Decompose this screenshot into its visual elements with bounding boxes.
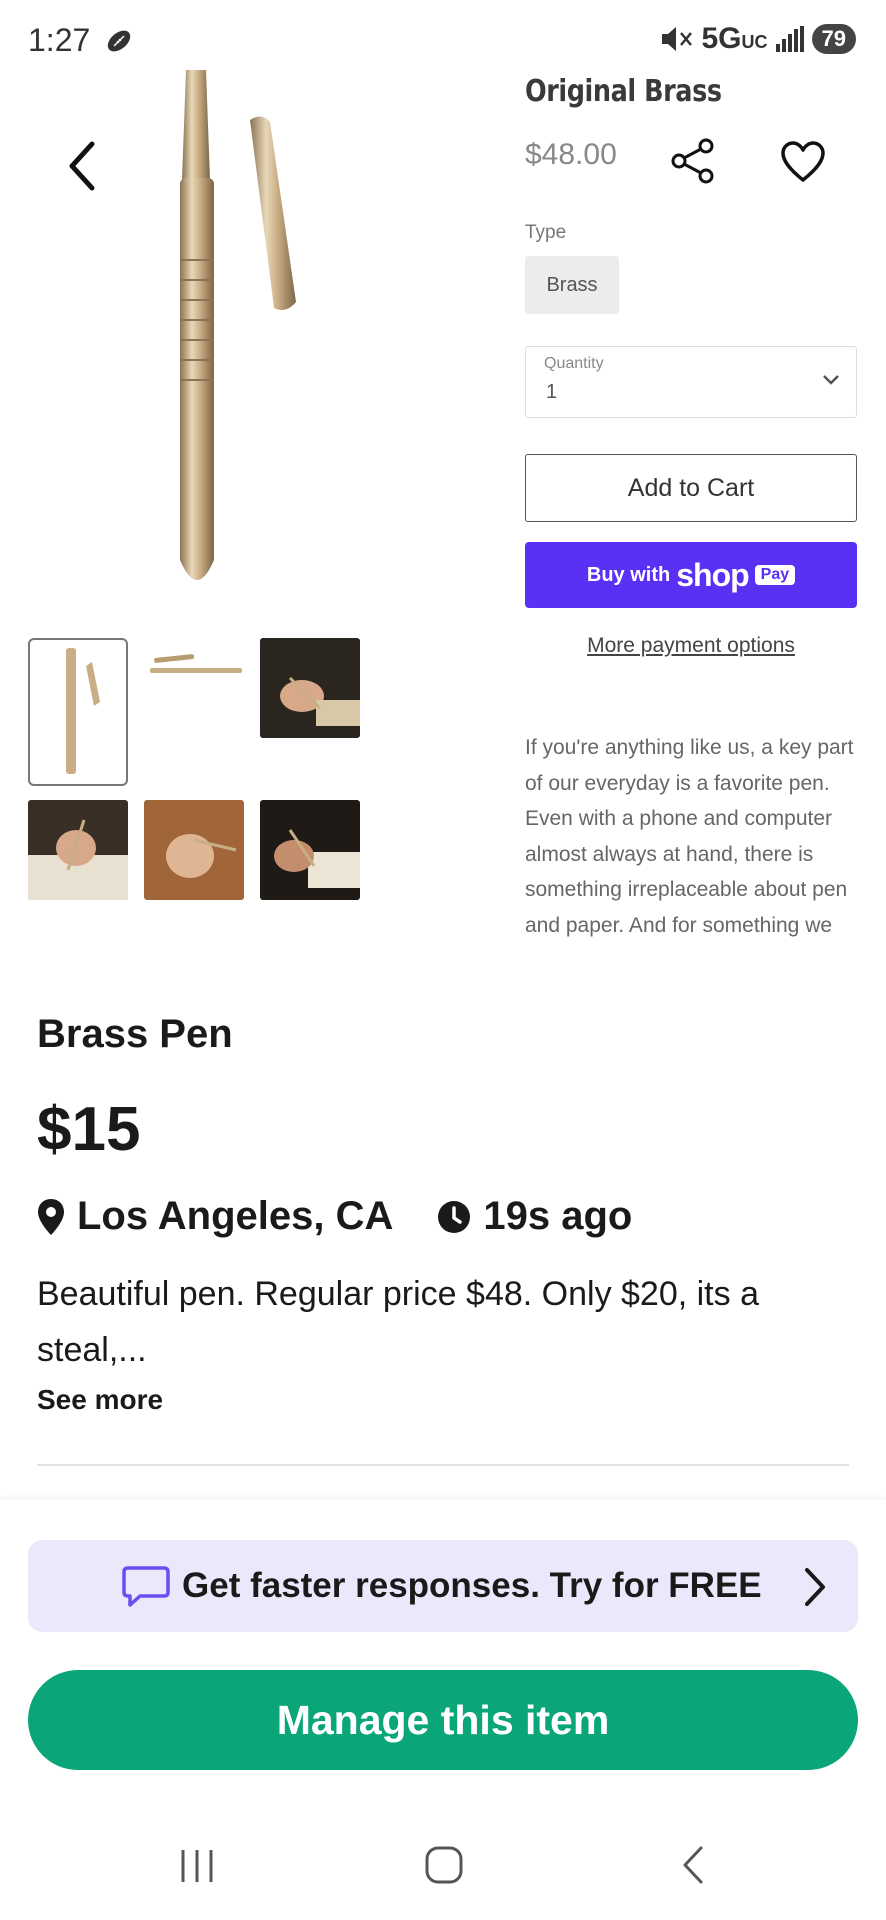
- home-icon[interactable]: [424, 1844, 464, 1886]
- type-option-brass[interactable]: Brass: [525, 256, 619, 314]
- buy-with-label: Buy with: [586, 563, 671, 586]
- recents-icon[interactable]: [178, 1846, 216, 1886]
- status-right: 5GUC 79: [659, 22, 856, 56]
- quantity-label: Quantity: [544, 355, 604, 372]
- chevron-right-icon: [805, 1568, 825, 1606]
- shop-description: If you're anything like us, a key part o…: [525, 736, 854, 937]
- see-more-link[interactable]: See more: [37, 1384, 163, 1416]
- thumbnail-3[interactable]: [260, 638, 360, 738]
- thumb-image: [274, 829, 360, 888]
- battery-indicator: 79: [811, 24, 856, 54]
- promo-text: Get faster responses. Try for FREE: [182, 1566, 762, 1605]
- pen-image: [180, 70, 296, 580]
- status-bar: 1:27 5GUC 79: [0, 0, 886, 80]
- listing-posted-time: 19s ago: [483, 1194, 633, 1238]
- thumbnail-5[interactable]: [144, 800, 244, 900]
- add-to-cart-button[interactable]: Add to Cart: [525, 454, 857, 522]
- divider: [37, 1464, 849, 1466]
- quantity-value: 1: [546, 381, 558, 403]
- signal-icon: [775, 26, 804, 52]
- thumbnail-6[interactable]: [260, 800, 360, 900]
- listing-location[interactable]: Los Angeles, CA: [77, 1194, 393, 1239]
- back-icon[interactable]: [680, 1844, 706, 1886]
- heart-icon[interactable]: [780, 140, 826, 184]
- pay-badge: Pay: [754, 565, 796, 585]
- listing-title: Brass Pen: [37, 1012, 233, 1056]
- thumb-image: [166, 834, 237, 878]
- shop-pay-button[interactable]: Buy with shop Pay: [525, 542, 857, 608]
- promo-banner[interactable]: Get faster responses. Try for FREE: [28, 1540, 858, 1632]
- shop-wordmark: shop: [676, 556, 749, 593]
- thumb-image: [150, 654, 242, 673]
- listing-description: Beautiful pen. Regular price $48. Only $…: [37, 1275, 759, 1369]
- clock-icon: [438, 1200, 471, 1233]
- quantity-select[interactable]: Quantity 1: [525, 346, 857, 418]
- more-payment-options-link[interactable]: More payment options: [525, 634, 857, 658]
- shop-product-title: Original Brass: [525, 74, 722, 109]
- location-pin-icon: [38, 1198, 64, 1235]
- share-icon[interactable]: [670, 138, 716, 184]
- network-type: 5G: [701, 22, 742, 55]
- shop-product-price: $48.00: [525, 138, 617, 171]
- system-nav-bar: [0, 1820, 886, 1920]
- type-label: Type: [525, 222, 567, 243]
- listing-photo[interactable]: Original Brass $48.00 Type Brass Quantit…: [0, 70, 886, 970]
- mute-icon: [662, 27, 693, 51]
- listing-price: $15: [37, 1095, 141, 1164]
- chat-bubble-icon: [122, 1566, 170, 1607]
- thumbnail-4[interactable]: [28, 800, 128, 900]
- football-icon: [107, 30, 131, 52]
- thumb-image: [280, 676, 360, 726]
- listing-meta: Los Angeles, CA 19s ago: [37, 1194, 632, 1239]
- thumbnail-2[interactable]: [144, 638, 244, 738]
- status-time: 1:27: [28, 22, 91, 58]
- thumbnail-1[interactable]: [28, 638, 128, 786]
- chevron-down-icon: [823, 375, 839, 385]
- network-indicator: 5GUC: [701, 22, 767, 56]
- network-subtype: UC: [741, 32, 768, 52]
- back-arrow-icon[interactable]: [58, 136, 108, 196]
- thumb-image: [28, 819, 128, 900]
- thumb-image: [66, 648, 100, 774]
- manage-item-button[interactable]: Manage this item: [28, 1670, 858, 1770]
